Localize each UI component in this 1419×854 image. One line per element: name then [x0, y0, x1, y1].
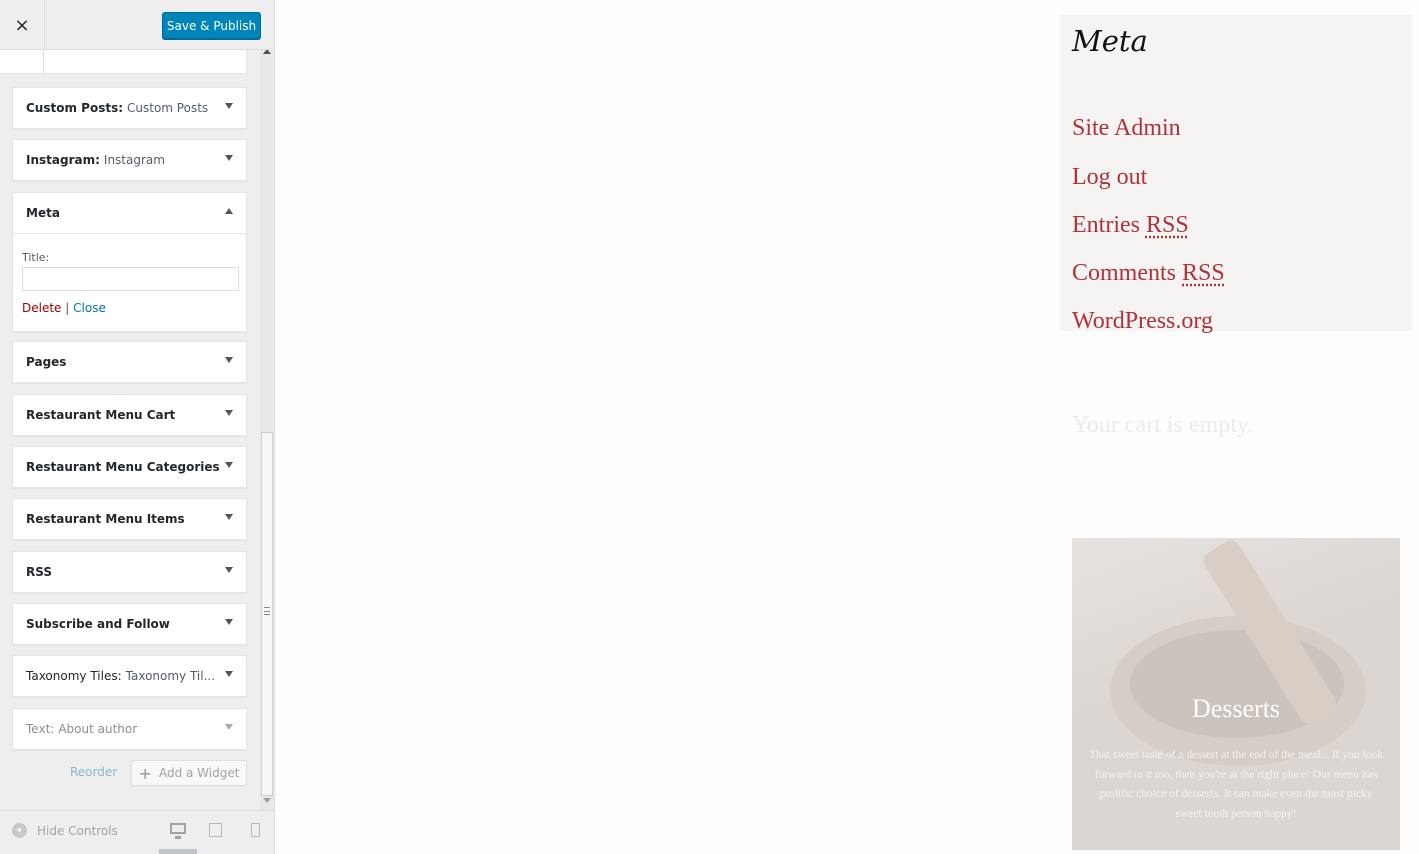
- widget-pages[interactable]: Pages: [12, 341, 247, 383]
- category-tile-desserts[interactable]: Desserts That sweet taste of a dessert a…: [1072, 538, 1400, 850]
- scrollbar-thumb[interactable]: [261, 432, 273, 796]
- delete-link[interactable]: Delete: [22, 301, 61, 315]
- add-widget-button[interactable]: + Add a Widget: [131, 760, 247, 786]
- widget-name: Restaurant Menu Items: [26, 512, 185, 526]
- chevron-down-icon[interactable]: [225, 103, 233, 109]
- widget-name: Text:: [26, 722, 55, 736]
- mobile-icon[interactable]: [251, 823, 260, 837]
- widget-name: Restaurant Menu Categories: [26, 460, 220, 474]
- widget-name: Taxonomy Tiles:: [26, 669, 122, 683]
- widget-name: Subscribe and Follow: [26, 617, 170, 631]
- meta-widget-preview: Meta Site Admin Log out Entries RSS Comm…: [1060, 15, 1412, 334]
- tile-title: Desserts: [1191, 694, 1281, 723]
- close-link[interactable]: Close: [73, 301, 106, 315]
- widget-title-bar[interactable]: Meta: [13, 193, 246, 233]
- widget-instance: Instagram: [103, 153, 165, 167]
- chevron-down-icon[interactable]: [225, 514, 233, 520]
- widget-title-bar[interactable]: Restaurant Menu Items: [13, 499, 246, 539]
- widget-list: Sidebar Custom Posts: Custom Posts Insta…: [0, 0, 260, 810]
- widget-title-bar[interactable]: Taxonomy Tiles: Taxonomy Til...: [13, 656, 246, 696]
- widget-text-about-author[interactable]: Text: About author: [12, 708, 247, 750]
- hide-controls-button[interactable]: Hide Controls: [12, 823, 118, 838]
- widget-custom-posts[interactable]: Custom Posts: Custom Posts: [12, 87, 247, 129]
- widget-title-bar[interactable]: Instagram: Instagram: [13, 140, 246, 180]
- widget-rss[interactable]: RSS: [12, 551, 247, 593]
- widget-meta: Meta Title: Delete | Close: [12, 192, 247, 332]
- comments-rss-link[interactable]: Comments RSS: [1072, 260, 1225, 287]
- widget-name: Instagram:: [26, 153, 100, 167]
- cart-empty-message: Your cart is empty.: [1072, 412, 1254, 438]
- hide-controls-label: Hide Controls: [37, 823, 118, 838]
- widget-title-bar[interactable]: RSS: [13, 552, 246, 592]
- tile-description: That sweet taste of a dessert at the end…: [1088, 749, 1384, 820]
- customizer-header: × Save & Publish: [0, 0, 274, 50]
- link-text: Site Admin: [1072, 115, 1181, 141]
- widget-instance: Taxonomy Til...: [125, 669, 216, 683]
- widget-title-bar[interactable]: Subscribe and Follow: [13, 604, 246, 644]
- title-input[interactable]: [22, 267, 239, 291]
- link-text: Comments: [1072, 260, 1183, 286]
- log-out-link[interactable]: Log out: [1072, 164, 1147, 191]
- widget-restaurant-menu-cart[interactable]: Restaurant Menu Cart: [12, 394, 247, 436]
- customizer-sidebar: Sidebar Custom Posts: Custom Posts Insta…: [0, 0, 275, 854]
- active-device-indicator: [159, 849, 197, 854]
- widget-name: Meta: [26, 206, 60, 220]
- scroll-down-arrow-icon[interactable]: [263, 798, 271, 803]
- chevron-down-icon[interactable]: [225, 567, 233, 573]
- widget-instance: About author: [58, 722, 138, 736]
- widget-title-bar[interactable]: Restaurant Menu Cart: [13, 395, 246, 435]
- site-preview: Meta Site Admin Log out Entries RSS Comm…: [275, 0, 1419, 854]
- grip-icon: [264, 607, 270, 615]
- rss-abbr: RSS: [1182, 260, 1225, 286]
- widget-title-bar[interactable]: Restaurant Menu Categories: [13, 447, 246, 487]
- tablet-icon[interactable]: [209, 823, 222, 837]
- widget-name: Restaurant Menu Cart: [26, 408, 176, 422]
- desktop-icon[interactable]: [170, 823, 186, 839]
- entries-rss-link[interactable]: Entries RSS: [1072, 212, 1189, 239]
- title-label: Title:: [22, 251, 50, 264]
- widget-name: Custom Posts:: [26, 101, 124, 115]
- widget-title-bar[interactable]: Pages: [13, 342, 246, 382]
- widget-title-bar[interactable]: Custom Posts: Custom Posts: [13, 88, 246, 128]
- link-text: WordPress.org: [1072, 308, 1213, 334]
- site-admin-link[interactable]: Site Admin: [1072, 115, 1181, 142]
- chevron-down-icon[interactable]: [225, 462, 233, 468]
- chevron-down-icon[interactable]: [225, 155, 233, 161]
- reorder-link[interactable]: Reorder: [70, 765, 117, 779]
- widget-restaurant-menu-items[interactable]: Restaurant Menu Items: [12, 498, 247, 540]
- widget-subscribe-and-follow[interactable]: Subscribe and Follow: [12, 603, 247, 645]
- scrollbar[interactable]: [260, 46, 274, 810]
- plus-icon: +: [138, 763, 152, 783]
- widget-restaurant-menu-categories[interactable]: Restaurant Menu Categories: [12, 446, 247, 488]
- chevron-down-icon[interactable]: [225, 724, 233, 730]
- chevron-down-icon[interactable]: [225, 357, 233, 363]
- close-icon: ×: [14, 14, 30, 36]
- widget-title-bar[interactable]: Text: About author: [13, 709, 246, 749]
- meta-widget-title: Meta: [1072, 24, 1148, 58]
- separator: |: [65, 301, 70, 315]
- widget-name: Pages: [26, 355, 67, 369]
- save-publish-button[interactable]: Save & Publish: [162, 12, 261, 39]
- widget-instance: Custom Posts: [127, 101, 209, 115]
- widget-instagram[interactable]: Instagram: Instagram: [12, 139, 247, 181]
- chevron-down-icon[interactable]: [225, 619, 233, 625]
- widget-actions: Delete | Close: [22, 301, 237, 315]
- add-widget-label: Add a Widget: [158, 766, 240, 780]
- link-text: Entries: [1072, 212, 1146, 238]
- widget-form: Title: Delete | Close: [13, 233, 246, 331]
- chevron-down-icon[interactable]: [225, 410, 233, 416]
- chevron-up-icon[interactable]: [225, 208, 233, 214]
- close-customizer-button[interactable]: ×: [0, 0, 45, 50]
- chevron-down-icon[interactable]: [225, 671, 233, 677]
- customizer-footer: Hide Controls: [0, 810, 274, 854]
- link-text: Log out: [1072, 164, 1148, 190]
- widget-name: RSS: [26, 565, 52, 579]
- wordpress-org-link[interactable]: WordPress.org: [1072, 308, 1213, 335]
- rss-abbr: RSS: [1145, 212, 1189, 238]
- collapse-icon: [12, 823, 27, 838]
- widget-taxonomy-tiles[interactable]: Taxonomy Tiles: Taxonomy Til...: [12, 655, 247, 697]
